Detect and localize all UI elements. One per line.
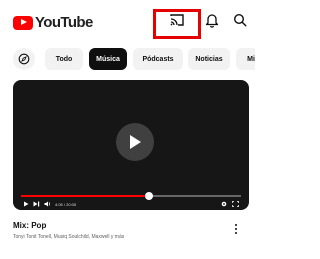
search-icon (233, 13, 247, 27)
next-icon[interactable] (33, 201, 40, 207)
fullscreen-icon[interactable] (232, 201, 239, 207)
youtube-logo-icon (13, 15, 33, 30)
more-dot (235, 224, 237, 226)
bell-icon (205, 14, 219, 28)
more-dot (235, 228, 237, 230)
progress-bar[interactable] (21, 192, 241, 200)
chip-noticias[interactable]: Noticias (188, 48, 230, 70)
more-options-button[interactable] (231, 221, 241, 237)
youtube-logo[interactable]: YouTube (13, 14, 93, 31)
logo-text: YouTube (35, 14, 93, 31)
top-bar: YouTube (0, 0, 255, 42)
settings-icon[interactable] (221, 201, 227, 207)
search-button[interactable] (229, 9, 251, 31)
video-title[interactable]: Mix: Pop (13, 221, 46, 230)
cast-button[interactable] (166, 9, 188, 31)
volume-icon[interactable] (44, 201, 51, 207)
player-controls-right (221, 201, 239, 207)
video-player[interactable]: 4:05 / 20:05 (13, 80, 249, 210)
category-chips: Todo Música Pódcasts Noticias Mix (0, 48, 255, 72)
scrubber-handle[interactable] (144, 192, 153, 200)
cast-icon (170, 14, 184, 26)
video-subtitle: Tonyi Tonit Tonell, Musiq Soulchild, Max… (13, 234, 125, 240)
chip-podcasts[interactable]: Pódcasts (133, 48, 183, 70)
compass-icon (18, 53, 30, 65)
explore-button[interactable] (13, 48, 35, 70)
play-small-icon[interactable] (23, 201, 29, 207)
notifications-button[interactable] (201, 9, 223, 31)
chip-mix[interactable]: Mix (236, 48, 255, 70)
progress-fill (21, 195, 149, 197)
chip-musica[interactable]: Música (89, 48, 127, 70)
time-display: 4:05 / 20:05 (55, 201, 77, 207)
play-icon (130, 135, 141, 149)
chip-todo[interactable]: Todo (45, 48, 83, 70)
play-button[interactable] (116, 123, 154, 161)
more-dot (235, 232, 237, 234)
player-controls-left: 4:05 / 20:05 (23, 201, 76, 207)
